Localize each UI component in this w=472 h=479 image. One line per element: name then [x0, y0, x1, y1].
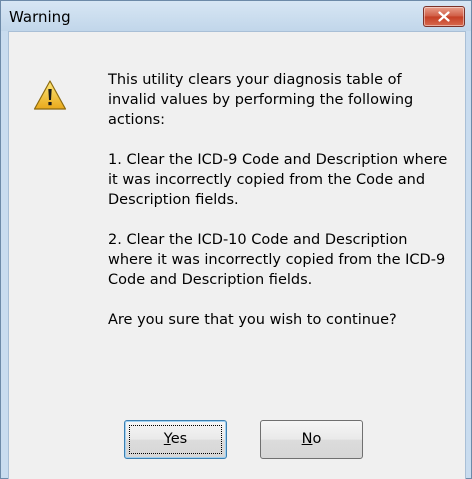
warning-dialog: Warning This utility clears your diagnos… [0, 0, 472, 479]
close-button[interactable] [423, 6, 465, 27]
message-step-1: 1. Clear the ICD-9 Code and Description … [108, 152, 448, 208]
message-question: Are you sure that you wish to continue? [108, 312, 397, 328]
no-button-label: o [312, 431, 322, 447]
message-text: This utility clears your diagnosis table… [108, 70, 453, 350]
window-title: Warning [9, 8, 71, 26]
yes-button[interactable]: Yes [124, 420, 227, 459]
warning-triangle-icon [33, 80, 67, 110]
message-intro: This utility clears your diagnosis table… [108, 72, 414, 128]
message-step-2: 2. Clear the ICD-10 Code and Description… [108, 232, 446, 288]
focus-rectangle [129, 425, 222, 454]
no-button[interactable]: No [260, 420, 363, 459]
dialog-body: This utility clears your diagnosis table… [8, 31, 466, 479]
close-icon [438, 11, 450, 22]
title-bar[interactable]: Warning [1, 1, 471, 31]
no-button-mnemonic: N [301, 431, 313, 447]
